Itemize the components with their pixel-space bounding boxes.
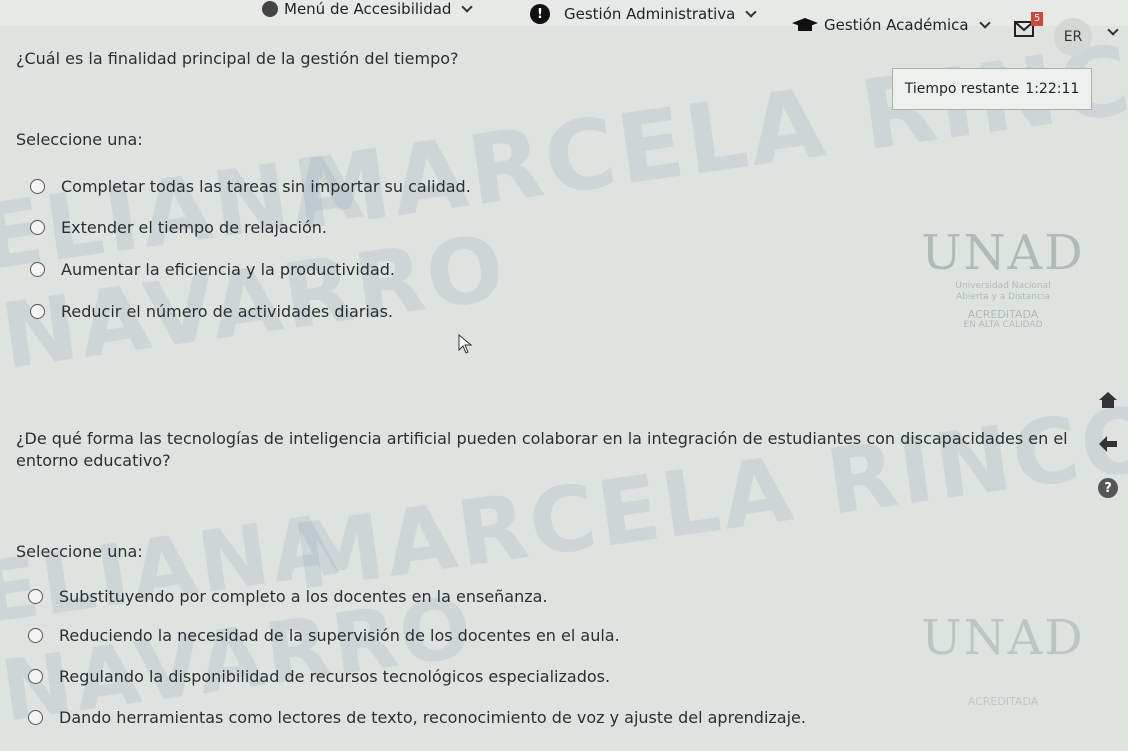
option-label: Extender el tiempo de relajación. (61, 218, 327, 237)
option-label: Reduciendo la necesidad de la supervisió… (59, 626, 620, 645)
question-1-option-a[interactable]: Completar todas las tareas sin importar … (30, 177, 471, 196)
alert-icon: ! (530, 4, 550, 24)
radio-button[interactable] (28, 628, 43, 643)
radio-button[interactable] (30, 262, 45, 277)
help-button[interactable]: ? (1096, 476, 1120, 500)
academic-menu-label: Gestión Académica (824, 16, 969, 34)
question-1-select-label: Seleccione una: (16, 130, 143, 149)
option-label: Aumentar la eficiencia y la productivida… (61, 260, 396, 279)
radio-button[interactable] (30, 179, 45, 194)
question-2-option-a[interactable]: Substituyendo por completo a los docente… (28, 587, 548, 606)
radio-button[interactable] (28, 589, 43, 604)
academic-menu[interactable]: Gestión Académica (792, 16, 991, 34)
question-2: ¿De qué forma las tecnologías de intelig… (0, 388, 1090, 751)
question-1-option-b[interactable]: Extender el tiempo de relajación. (30, 218, 327, 237)
question-1-text: ¿Cuál es la finalidad principal de la ge… (16, 49, 459, 68)
option-label: Dando herramientas como lectores de text… (59, 708, 806, 727)
chevron-down-icon (745, 6, 757, 18)
chevron-down-icon (461, 1, 474, 13)
accessibility-icon (262, 1, 278, 17)
accessibility-menu-label: Menú de Accesibilidad (284, 0, 452, 18)
help-icon: ? (1098, 478, 1118, 498)
top-navbar: Menú de Accesibilidad ! Gestión Administ… (0, 0, 1128, 34)
admin-menu[interactable]: ! Gestión Administrativa (530, 4, 757, 24)
home-button[interactable] (1096, 388, 1120, 412)
chevron-down-icon (978, 17, 991, 29)
question-2-option-d[interactable]: Dando herramientas como lectores de text… (28, 708, 806, 727)
radio-button[interactable] (28, 710, 43, 725)
radio-button[interactable] (30, 220, 45, 235)
back-button[interactable] (1096, 432, 1120, 456)
question-1-option-d[interactable]: Reducir el número de actividades diarias… (30, 302, 393, 321)
question-2-option-c[interactable]: Regulando la disponibilidad de recursos … (28, 667, 610, 686)
admin-menu-label: Gestión Administrativa (564, 5, 736, 23)
option-label: Substituyendo por completo a los docente… (59, 587, 548, 606)
graduation-cap-icon (792, 18, 818, 31)
messages-badge: 5 (1031, 12, 1043, 26)
option-label: Reducir el número de actividades diarias… (61, 302, 393, 321)
question-2-option-b[interactable]: Reduciendo la necesidad de la supervisió… (28, 626, 620, 645)
mouse-cursor-icon (458, 334, 472, 354)
option-label: Completar todas las tareas sin importar … (61, 177, 471, 196)
radio-button[interactable] (28, 669, 43, 684)
home-icon (1099, 392, 1117, 408)
accessibility-menu[interactable]: Menú de Accesibilidad (262, 0, 474, 18)
question-1-option-c[interactable]: Aumentar la eficiencia y la productivida… (30, 260, 395, 279)
arrow-left-icon (1099, 436, 1117, 452)
question-2-select-label: Seleccione una: (16, 542, 143, 561)
option-label: Regulando la disponibilidad de recursos … (59, 667, 611, 686)
question-1: ¿Cuál es la finalidad principal de la ge… (0, 34, 1090, 364)
radio-button[interactable] (30, 304, 45, 319)
question-2-text: ¿De qué forma las tecnologías de intelig… (16, 429, 1068, 470)
